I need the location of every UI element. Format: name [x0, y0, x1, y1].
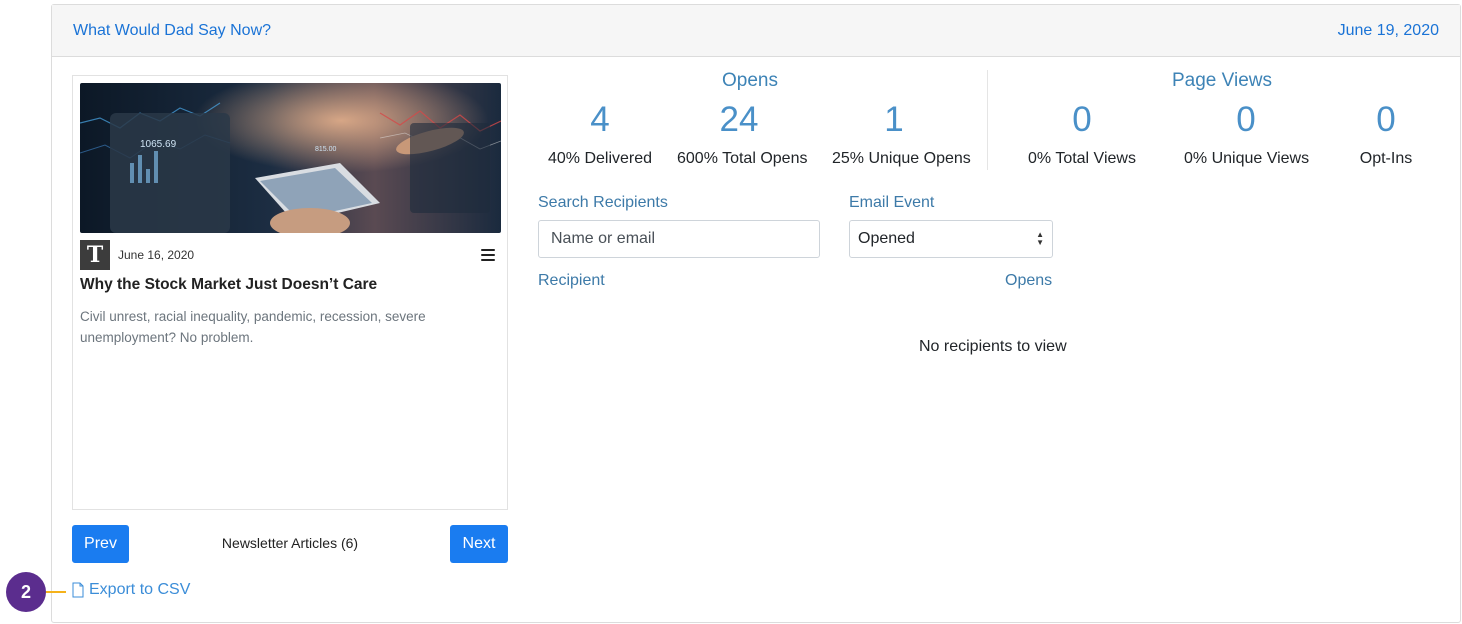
email-event-selected: Opened — [858, 230, 915, 247]
article-card: 1065.69 815.00 T June 16, 2020 Why the S… — [72, 75, 508, 510]
opens-title: Opens — [722, 70, 778, 91]
stock-market-image: 1065.69 815.00 — [80, 83, 501, 233]
export-csv-link[interactable]: Export to CSV — [72, 581, 190, 599]
total-views-label: 0% Total Views — [1028, 150, 1136, 167]
total-opens-label: 600% Total Opens — [677, 150, 808, 167]
newsletter-date: June 19, 2020 — [1337, 21, 1439, 39]
email-event-label: Email Event — [849, 194, 935, 211]
newsletter-articles-count: Newsletter Articles (6) — [221, 535, 359, 551]
search-recipients-label: Search Recipients — [538, 194, 668, 211]
hamburger-menu-icon[interactable] — [481, 249, 495, 261]
page-views-title: Page Views — [1172, 70, 1272, 91]
article-title: Why the Stock Market Just Doesn’t Care — [80, 276, 378, 293]
article-date: June 16, 2020 — [118, 248, 195, 262]
empty-state-text: No recipients to view — [919, 338, 1067, 355]
step-badge: 2 — [6, 572, 46, 612]
stats-panel: Opens 4 40% Delivered 24 600% Total Open… — [538, 70, 1461, 180]
search-input[interactable] — [538, 220, 820, 258]
total-opens-count: 24 — [719, 100, 759, 139]
unique-views-label: 0% Unique Views — [1184, 150, 1310, 167]
article-nav: Prev Newsletter Articles (6) Next — [72, 525, 508, 563]
document-icon — [72, 582, 84, 598]
opens-column-header[interactable]: Opens — [1005, 272, 1052, 290]
publisher-logo: T — [80, 240, 110, 270]
unique-views-count: 0 — [1236, 100, 1256, 139]
opt-ins-count: 0 — [1376, 100, 1396, 139]
svg-text:815.00: 815.00 — [315, 146, 337, 153]
delivered-count: 4 — [590, 100, 610, 139]
delivered-label: 40% Delivered — [547, 150, 653, 167]
unique-opens-count: 1 — [884, 100, 904, 139]
email-event-select[interactable]: Opened ▲ ▼ — [849, 220, 1053, 258]
article-description: Civil unrest, racial inequality, pandemi… — [80, 309, 426, 345]
unique-opens-label: 25% Unique Opens — [832, 150, 971, 167]
opt-ins-label: Opt-Ins — [1359, 150, 1413, 167]
card-header: What Would Dad Say Now? June 19, 2020 — [52, 5, 1460, 57]
export-csv-label: Export to CSV — [89, 581, 191, 598]
next-button[interactable]: Next — [450, 525, 508, 563]
total-views-count: 0 — [1072, 100, 1092, 139]
select-arrows-icon: ▲ ▼ — [1036, 230, 1044, 247]
svg-text:1065.69: 1065.69 — [140, 139, 177, 150]
recipient-column-header[interactable]: Recipient — [538, 272, 605, 290]
step-badge-connector — [46, 591, 66, 593]
article-image: 1065.69 815.00 — [80, 83, 501, 233]
newsletter-title-link[interactable]: What Would Dad Say Now? — [73, 22, 271, 40]
article-meta: T June 16, 2020 — [80, 240, 501, 270]
